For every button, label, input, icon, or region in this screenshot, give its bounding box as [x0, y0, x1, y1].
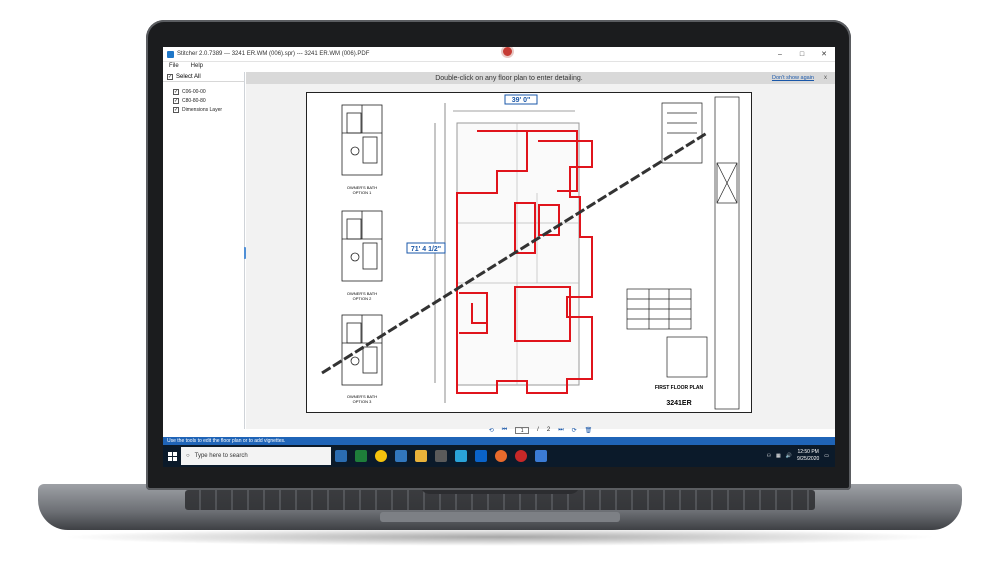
pagination-bar: ⟲ ⏮ 1 / 2 ⏭ ⟳ 🗑 [246, 423, 835, 437]
search-icon: ○ [186, 453, 190, 459]
select-all-checkbox[interactable]: ✓ [167, 73, 173, 80]
dont-show-again-link[interactable]: Don't show again [772, 75, 814, 81]
stitcher-task-icon[interactable] [535, 450, 547, 462]
app-l-icon[interactable] [455, 450, 467, 462]
minimize-button[interactable]: – [769, 51, 791, 58]
layer-checkbox[interactable]: ✓ [173, 88, 179, 95]
firefox-icon[interactable] [495, 450, 507, 462]
title-block [626, 96, 740, 410]
menu-bar: File Help [163, 62, 835, 72]
first-page-icon[interactable]: ⏮ [502, 427, 507, 434]
chrome-icon[interactable] [375, 450, 387, 462]
app-red-icon[interactable] [515, 450, 527, 462]
network-icon[interactable]: ▦ [776, 453, 781, 459]
layer-item[interactable]: ✓ C06-00-00 [163, 87, 244, 96]
layer-label: C80-80-80 [182, 97, 206, 104]
option-label: OPTION 2 [353, 296, 372, 301]
menu-file[interactable]: File [163, 62, 185, 72]
title-bar: Stitcher 2.0.7389 --- 3241 ER.WM (006).s… [163, 47, 835, 62]
windows-taskbar: ○ Type here to search ⚇ ▦ 🔊 12:50 PM 9/2… [163, 445, 835, 467]
banner-close-button[interactable]: x [824, 75, 827, 81]
bath-options [341, 104, 383, 386]
layer-checkbox[interactable]: ✓ [173, 106, 179, 113]
notifications-icon[interactable]: ▭ [824, 453, 829, 459]
close-button[interactable]: ✕ [813, 50, 835, 58]
people-icon[interactable]: ⚇ [767, 453, 771, 459]
status-bar: Use the tools to edit the floor plan or … [163, 437, 835, 445]
excel-icon[interactable] [355, 450, 367, 462]
select-all-row[interactable]: ✓ Select All [163, 72, 244, 82]
layer-list: ✓ C06-00-00 ✓ C80-80-80 ✓ Dimensions Lay… [163, 87, 244, 114]
layer-label: Dimensions Layer [182, 106, 223, 113]
laptop-trackpad [380, 512, 620, 522]
layer-label: C06-00-00 [182, 88, 206, 95]
hint-message: Double-click on any floor plan to enter … [435, 74, 583, 82]
task-view-icon[interactable] [335, 450, 347, 462]
menu-help[interactable]: Help [185, 62, 209, 72]
window-title: Stitcher 2.0.7389 --- 3241 ER.WM (006).s… [177, 51, 370, 57]
refresh-icon[interactable]: ⟲ [489, 427, 494, 434]
floor-plan-drawing: OWNER'S BATH OPTION 1 OWNER'S BATH OPTIO… [321, 94, 740, 410]
plan-number: 3241ER [666, 400, 691, 407]
screen: Stitcher 2.0.7389 --- 3241 ER.WM (006).s… [163, 47, 835, 467]
hint-banner: Double-click on any floor plan to enter … [246, 72, 835, 84]
clock[interactable]: 12:50 PM 9/25/2020 [797, 449, 819, 463]
system-tray: ⚇ ▦ 🔊 12:50 PM 9/25/2020 ▭ [767, 449, 835, 463]
windows-start-icon[interactable] [163, 451, 181, 461]
option-label: OPTION 1 [353, 190, 372, 195]
search-placeholder: Type here to search [194, 453, 248, 459]
dimension-left: 71' 4 1/2" [411, 246, 441, 253]
layers-sidebar: ✓ Select All ✓ C06-00-00 ✓ C80-80-80 ✓ D… [163, 72, 245, 429]
page-separator: / [537, 427, 539, 433]
maximize-button[interactable]: □ [791, 51, 813, 58]
layer-item[interactable]: ✓ C80-80-80 [163, 96, 244, 105]
mail-icon[interactable] [475, 450, 487, 462]
volume-icon[interactable]: 🔊 [786, 453, 792, 459]
option-label: OPTION 3 [353, 399, 372, 404]
taskbar-search-input[interactable]: ○ Type here to search [181, 447, 331, 465]
layer-checkbox[interactable]: ✓ [173, 97, 179, 104]
clock-time: 12:50 PM [797, 449, 819, 455]
rotate-icon[interactable]: ⟳ [572, 427, 577, 434]
delete-icon[interactable]: 🗑 [585, 427, 593, 434]
last-page-icon[interactable]: ⏭ [558, 427, 563, 434]
page-total: 2 [546, 427, 551, 433]
laptop-photo: Stitcher 2.0.7389 --- 3241 ER.WM (006).s… [0, 0, 1000, 579]
laptop-shadow [60, 528, 940, 546]
dimension-top: 39' 0" [512, 97, 531, 104]
file-explorer-icon[interactable] [415, 450, 427, 462]
store-icon[interactable] [435, 450, 447, 462]
plan-canvas[interactable]: OWNER'S BATH OPTION 1 OWNER'S BATH OPTIO… [246, 84, 835, 429]
app-icon [167, 50, 174, 58]
clock-date: 9/25/2020 [797, 456, 820, 462]
floor-plan-sheet[interactable]: OWNER'S BATH OPTION 1 OWNER'S BATH OPTIO… [306, 92, 752, 413]
page-number-input[interactable]: 1 [515, 426, 530, 434]
plan-title: FIRST FLOOR PLAN [655, 385, 704, 391]
select-all-label: Select All [176, 73, 201, 80]
edge-icon[interactable] [395, 450, 407, 462]
layer-item[interactable]: ✓ Dimensions Layer [163, 105, 244, 114]
